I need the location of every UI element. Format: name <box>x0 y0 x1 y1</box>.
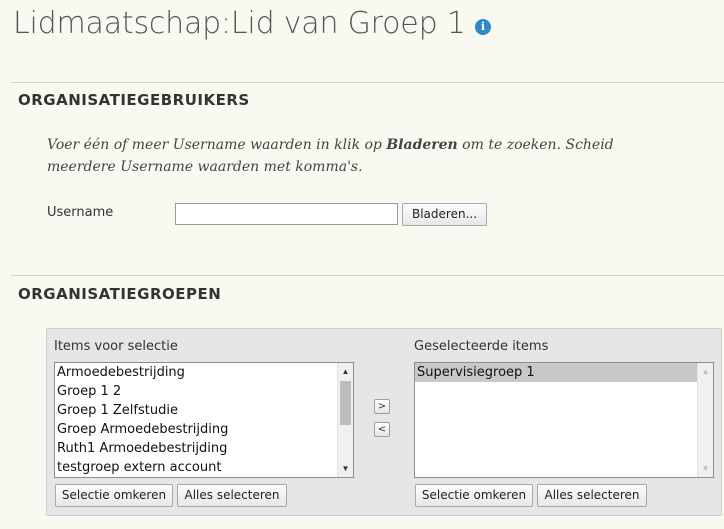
available-items-listbox[interactable]: Armoedebestrijding Groep 1 2 Groep 1 Zelfs… <box>54 362 354 478</box>
available-select-all-button[interactable]: Alles selecteren <box>177 484 287 507</box>
move-left-button[interactable]: < <box>374 422 390 437</box>
groups-section-heading: ORGANISATIEGROEPEN <box>18 285 222 303</box>
page-title: Lidmaatschap:Lid van Groep 1 <box>13 6 466 41</box>
scroll-down-arrow-icon[interactable]: ▼ <box>698 461 713 476</box>
instructions-text-1: Voer één of meer Username waarden in kli… <box>47 137 387 153</box>
available-invert-selection-button[interactable]: Selectie omkeren <box>55 484 173 507</box>
username-label: Username <box>47 205 114 220</box>
available-scrollbar[interactable]: ▲ ▼ <box>337 363 353 477</box>
list-option[interactable]: Groep 1 Zelfstudie <box>55 401 353 420</box>
selected-invert-selection-button[interactable]: Selectie omkeren <box>415 484 533 507</box>
list-option[interactable]: Groep Armoedebestrijding <box>55 420 353 439</box>
move-right-button[interactable]: > <box>374 399 390 414</box>
username-input[interactable] <box>175 203 398 225</box>
browse-button[interactable]: Bladeren... <box>402 203 487 226</box>
scroll-down-arrow-icon[interactable]: ▼ <box>338 461 353 476</box>
groups-section-divider <box>11 275 724 276</box>
users-section-divider <box>11 82 724 83</box>
users-section-heading: ORGANISATIEGEBRUIKERS <box>18 91 250 109</box>
scroll-up-arrow-icon[interactable]: ▲ <box>698 364 713 379</box>
list-option[interactable]: testgroep extern account <box>55 458 353 477</box>
selected-scrollbar[interactable]: ▲ ▼ <box>697 363 713 477</box>
selected-select-all-button[interactable]: Alles selecteren <box>537 484 647 507</box>
selected-items-label: Geselecteerde items <box>414 339 549 354</box>
instructions-bold: Bladeren <box>386 137 458 153</box>
available-items-label: Items voor selectie <box>54 339 178 354</box>
selected-items-listbox[interactable]: Supervisiegroep 1 ▲ ▼ <box>414 362 714 478</box>
users-instructions: Voer één of meer Username waarden in kli… <box>47 134 667 178</box>
scroll-up-arrow-icon[interactable]: ▲ <box>338 364 353 379</box>
list-option[interactable]: Armoedebestrijding <box>55 363 353 382</box>
info-icon[interactable]: i <box>475 19 491 35</box>
list-option[interactable]: Groep 1 2 <box>55 382 353 401</box>
scroll-thumb[interactable] <box>340 381 351 425</box>
list-option[interactable]: Supervisiegroep 1 <box>415 363 713 382</box>
list-option[interactable]: Ruth1 Armoedebestrijding <box>55 439 353 458</box>
